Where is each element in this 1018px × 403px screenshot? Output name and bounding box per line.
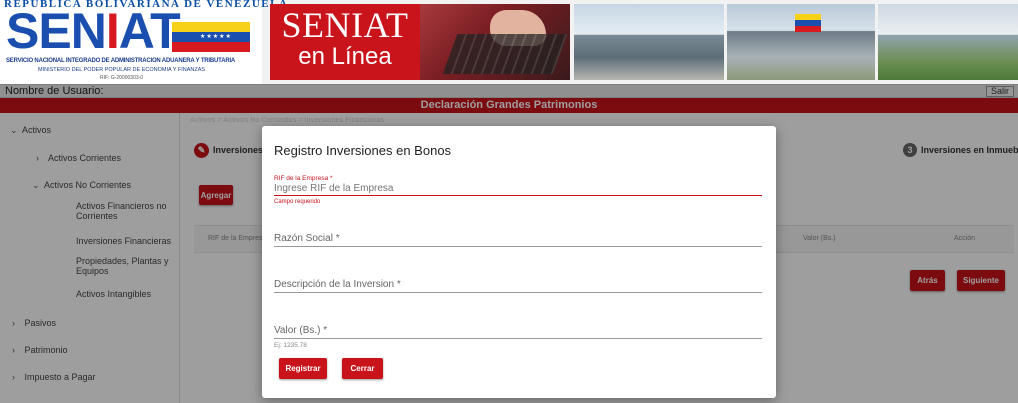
- building-flags-photo: [727, 4, 875, 80]
- rif-input[interactable]: [274, 182, 762, 196]
- venezuela-flag-icon: ★★★★★: [172, 22, 250, 52]
- campus-photo: [878, 4, 1018, 80]
- keyboard-photo: [420, 4, 570, 80]
- logo-subtitle: SERVICIO NACIONAL INTEGRADO DE ADMINISTR…: [6, 58, 236, 64]
- rif-label: RIF de la Empresa *: [274, 175, 333, 182]
- rif-error: Campo requerido: [274, 199, 321, 205]
- rif-field: RIF de la Empresa * Campo requerido: [274, 175, 762, 205]
- valor-input[interactable]: Valor (Bs.) *: [274, 324, 762, 339]
- logo-wordmark: SENIAT: [6, 3, 181, 59]
- header-banner: REPUBLICA BOLIVARIANA DE VENEZUELA SENIA…: [0, 0, 1018, 84]
- register-button[interactable]: Registrar: [279, 358, 327, 379]
- razon-social-field[interactable]: Razón Social *: [274, 232, 762, 247]
- seniat-logo: REPUBLICA BOLIVARIANA DE VENEZUELA SENIA…: [0, 0, 287, 84]
- descripcion-field[interactable]: Descripción de la Inversion *: [274, 278, 762, 293]
- valor-hint: Ej: 1235.78: [274, 342, 307, 349]
- building-photo: [574, 4, 724, 80]
- close-button[interactable]: Cerrar: [342, 358, 383, 379]
- descripcion-input[interactable]: Descripción de la Inversion *: [274, 278, 762, 293]
- valor-field: Valor (Bs.) * Ej: 1235.78: [274, 324, 762, 349]
- logo-ministry: MINISTERIO DEL PODER POPULAR DE ECONOMIA…: [38, 67, 206, 73]
- logo-rif: RIF: G-20000303-0: [100, 75, 144, 81]
- razon-social-input[interactable]: Razón Social *: [274, 232, 762, 247]
- register-bonds-dialog: Registro Inversiones en Bonos RIF de la …: [262, 126, 776, 398]
- seniat-en-linea-logo: SENIAT en Línea: [270, 4, 420, 80]
- dialog-title: Registro Inversiones en Bonos: [274, 143, 452, 158]
